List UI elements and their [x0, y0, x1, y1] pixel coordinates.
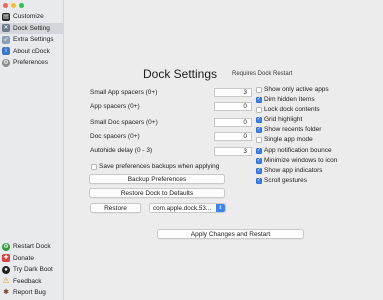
restore-button[interactable]: Restore	[90, 203, 141, 213]
sidebar-item-label: Report Bug	[13, 289, 46, 297]
save-backups-label: Save preferences backups when applying	[99, 163, 220, 170]
page-subtitle: Requires Dock Restart	[232, 71, 293, 77]
checkmark-icon: ✓	[256, 126, 262, 133]
save-backups-checkbox[interactable]: Save preferences backups when applying	[91, 163, 219, 170]
checkmark-icon: ✓	[256, 177, 262, 184]
sidebar-item-label: Feedback	[13, 277, 42, 285]
option-label: App notification bounce	[264, 147, 332, 154]
doc-spacers-field[interactable]	[214, 132, 252, 141]
option-label: Show recents folder	[264, 126, 322, 133]
sidebar-item-donate[interactable]: ✚ Donate	[0, 253, 64, 265]
sidebar-item-label: Dock Setting	[13, 24, 50, 32]
restore-select-value: com.apple.dock.53...	[153, 204, 212, 212]
option-label: Show app indicators	[264, 167, 323, 174]
sidebar-item-label: Customize	[13, 13, 44, 21]
small-app-spacers-label: Small App spacers (0+)	[90, 89, 158, 96]
sidebar-item-about[interactable]: i About cDock	[0, 46, 64, 58]
checkbox-box	[256, 106, 262, 113]
sidebar-item-label: About cDock	[13, 47, 50, 55]
sidebar-bottom-nav: ♻ Restart Dock ✚ Donate ● Try Dark Boot …	[0, 241, 64, 299]
zoom-window-button[interactable]	[19, 3, 24, 8]
sidebar-item-report-bug[interactable]: ✱ Report Bug	[0, 287, 64, 299]
sidebar-item-label: Extra Settings	[13, 36, 54, 44]
option-label: Show only active apps	[264, 86, 329, 93]
sidebar-item-dock-setting[interactable]: ✕ Dock Setting	[0, 22, 64, 34]
restore-dock-defaults-button[interactable]: Restore Dock to Defaults	[89, 188, 225, 198]
option-label: Dim hidden Items	[264, 96, 315, 103]
sidebar-item-label: Restart Dock	[13, 243, 51, 251]
app-spacers-field[interactable]	[214, 102, 252, 111]
checkmark-icon: ✓	[256, 116, 262, 123]
checkbox-box	[91, 163, 97, 170]
option-app-notification-bounce[interactable]: ✓ App notification bounce	[256, 147, 332, 154]
sidebar: ▤ Customize ✕ Dock Setting ➶ Extra Setti…	[0, 0, 64, 300]
option-label: Minimize windows to icon	[264, 157, 338, 164]
sidebar-item-label: Try Dark Boot	[13, 266, 53, 274]
option-grid-highlight[interactable]: ✓ Grid highlight	[256, 116, 302, 123]
option-label: Scroll gestures	[264, 177, 307, 184]
option-show-app-indicators[interactable]: ✓ Show app indicators	[256, 167, 323, 174]
info-icon: i	[2, 47, 10, 56]
sidebar-item-extra-settings[interactable]: ➶ Extra Settings	[0, 34, 64, 46]
close-window-button[interactable]	[3, 3, 8, 8]
tools-icon: ✕	[2, 24, 10, 33]
option-dim-hidden-items[interactable]: ✓ Dim hidden Items	[256, 96, 315, 103]
doc-spacers-label: Doc spacers (0+)	[90, 133, 140, 140]
customize-icon: ▤	[2, 12, 10, 21]
option-label: Lock dock contents	[264, 106, 320, 113]
page-title: Dock Settings	[143, 67, 218, 81]
minimize-window-button[interactable]	[11, 3, 16, 8]
option-show-only-active-apps[interactable]: Show only active apps	[256, 86, 329, 93]
option-label: Grid highlight	[264, 116, 303, 123]
checkmark-icon: ✓	[256, 147, 262, 154]
sidebar-item-restart-dock[interactable]: ♻ Restart Dock	[0, 241, 64, 253]
checkbox-box	[256, 86, 262, 93]
bug-icon: ✱	[3, 289, 9, 297]
small-app-spacers-field[interactable]	[214, 88, 252, 97]
autohide-delay-field[interactable]	[214, 147, 252, 156]
small-doc-spacers-field[interactable]	[214, 118, 252, 127]
sidebar-nav: ▤ Customize ✕ Dock Setting ➶ Extra Setti…	[0, 11, 64, 69]
backup-preferences-button[interactable]: Backup Preferences	[89, 174, 225, 184]
app-spacers-label: App spacers (0+)	[90, 103, 140, 110]
option-show-recents-folder[interactable]: ✓ Show recents folder	[256, 126, 321, 133]
sidebar-item-label: Donate	[13, 254, 34, 262]
checkmark-icon: ✓	[256, 96, 262, 103]
warning-icon: ⚠	[2, 276, 10, 286]
gear-icon: ⚙	[2, 58, 10, 67]
option-single-app-mode[interactable]: Single app mode	[256, 136, 313, 143]
dark-boot-icon: ●	[2, 265, 10, 274]
sidebar-item-preferences[interactable]: ⚙ Preferences	[0, 57, 64, 69]
main-panel: Dock Settings Requires Dock Restart Smal…	[65, 0, 383, 300]
window-controls	[3, 3, 24, 8]
sidebar-item-label: Preferences	[13, 59, 49, 67]
sidebar-item-feedback[interactable]: ⚠ Feedback	[0, 276, 64, 288]
option-label: Single app mode	[264, 136, 313, 143]
apply-changes-restart-button[interactable]: Apply Changes and Restart	[157, 229, 304, 239]
checkbox-box	[256, 136, 262, 143]
small-doc-spacers-label: Small Doc spacers (0+)	[90, 119, 158, 126]
option-scroll-gestures[interactable]: ✓ Scroll gestures	[256, 177, 307, 184]
checkmark-icon: ✓	[256, 157, 262, 164]
sidebar-item-try-dark-boot[interactable]: ● Try Dark Boot	[0, 264, 64, 276]
recycle-icon: ♻	[2, 242, 10, 251]
option-lock-dock-contents[interactable]: Lock dock contents	[256, 106, 320, 113]
autohide-delay-label: Autohide delay (0 - 3)	[90, 147, 153, 154]
rocket-icon: ➶	[2, 35, 10, 44]
option-minimize-windows-to-icon[interactable]: ✓ Minimize windows to icon	[256, 157, 337, 164]
checkmark-icon: ✓	[256, 167, 262, 174]
sidebar-item-customize[interactable]: ▤ Customize	[0, 11, 64, 23]
restore-backup-select[interactable]: com.apple.dock.53... ⇕	[149, 203, 226, 213]
gift-icon: ✚	[2, 254, 10, 263]
chevron-updown-icon: ⇕	[216, 204, 225, 212]
